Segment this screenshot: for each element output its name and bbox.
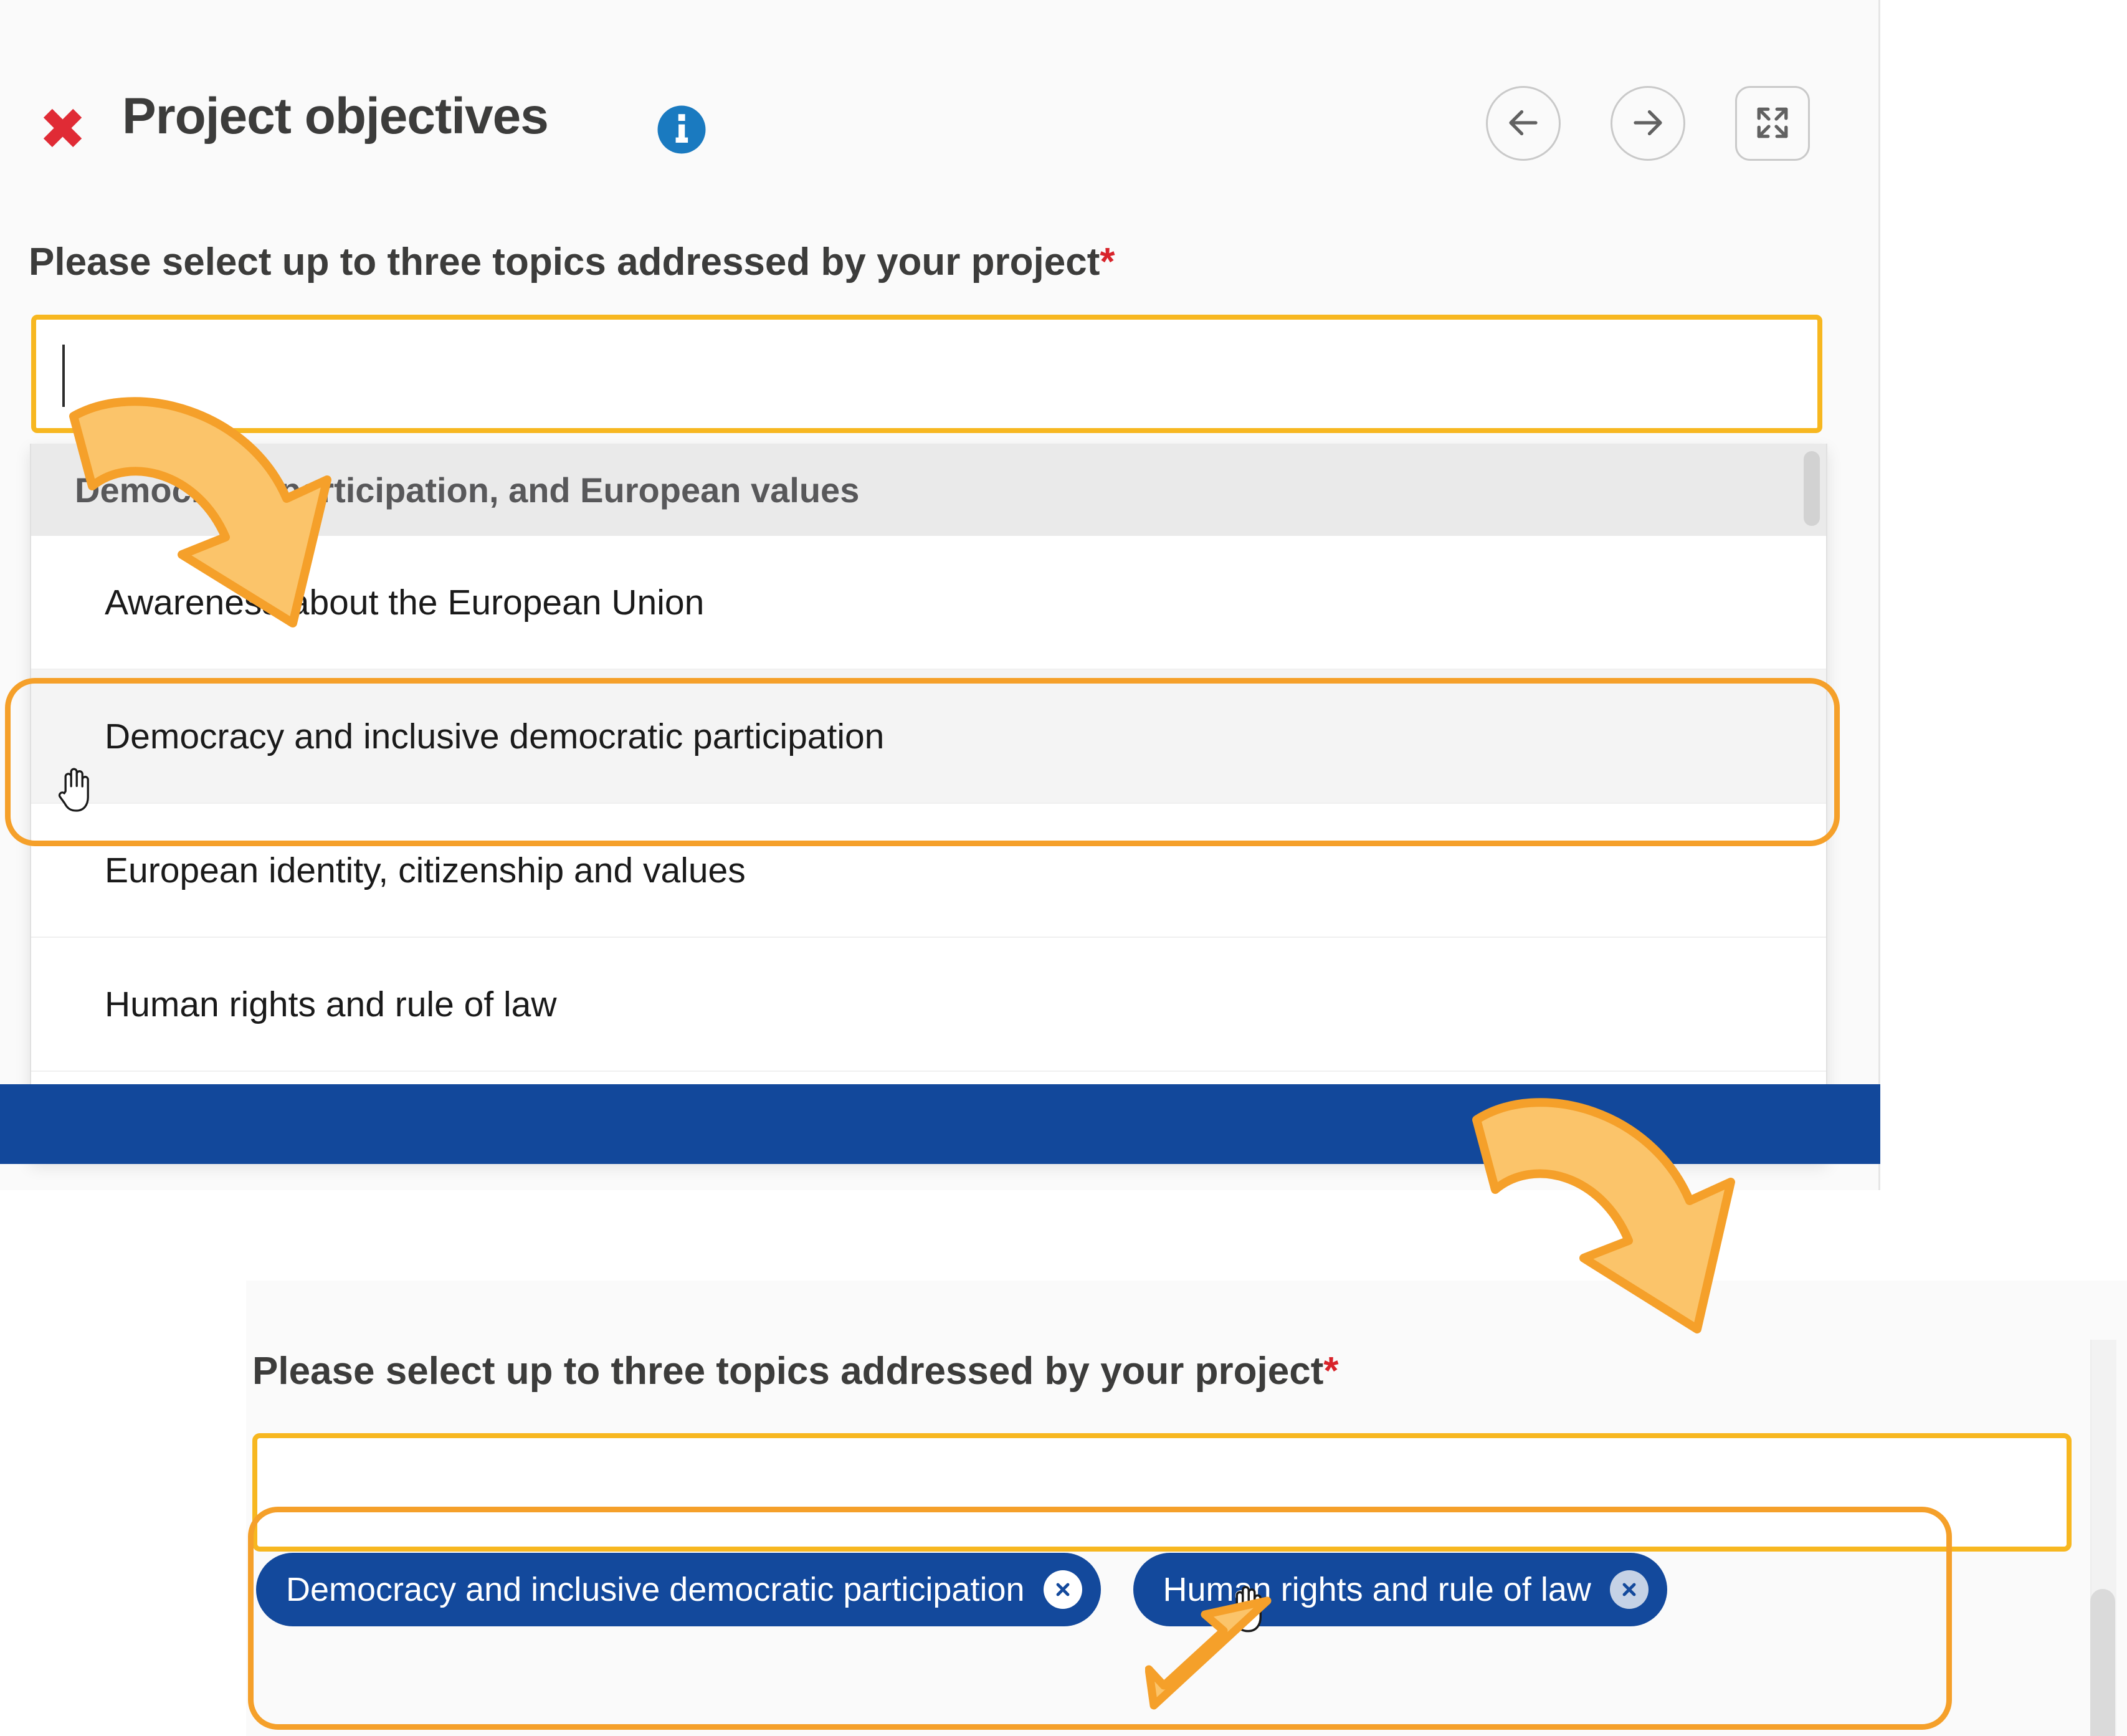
dropdown-option-awareness[interactable]: Awareness about the European Union: [31, 536, 1826, 670]
dropdown-option-human-rights[interactable]: Human rights and rule of law: [31, 938, 1826, 1072]
question-label: Please select up to three topics address…: [29, 240, 1115, 284]
project-objectives-dialog: ✖ Project objectives Please select up to…: [0, 0, 1880, 1190]
arrow-left-icon: [1505, 104, 1542, 143]
dropdown-option-label: European identity, citizenship and value…: [105, 850, 746, 890]
text-caret: [62, 345, 65, 407]
dropdown-option-democracy[interactable]: Democracy and inclusive democratic parti…: [31, 670, 1826, 804]
question-label-text: Please select up to three topics address…: [252, 1350, 1324, 1393]
topic-dropdown-list: Democracy, participation, and European v…: [30, 444, 1827, 1160]
page-scrollbar-thumb[interactable]: [2090, 1589, 2115, 1736]
nav-forward-button[interactable]: [1611, 86, 1685, 161]
chip-label: Human rights and rule of law: [1163, 1571, 1591, 1608]
dropdown-option-label: Awareness about the European Union: [105, 582, 705, 622]
form-footer-bar: [0, 1084, 1880, 1164]
close-circle-icon[interactable]: [1043, 1570, 1082, 1609]
topic-search-input[interactable]: [31, 315, 1822, 433]
dropdown-option-label: Human rights and rule of law: [105, 984, 557, 1024]
dropdown-option-label: Democracy and inclusive democratic parti…: [105, 716, 885, 756]
dialog-header: ✖ Project objectives: [0, 0, 1878, 187]
close-circle-icon[interactable]: [1609, 1570, 1649, 1609]
expand-fullscreen-icon: [1754, 105, 1791, 143]
dropdown-group-header: Democracy, participation, and European v…: [31, 444, 1826, 536]
required-marker: *: [1100, 241, 1115, 284]
dropdown-option-european-identity[interactable]: European identity, citizenship and value…: [31, 804, 1826, 938]
fullscreen-button[interactable]: [1735, 86, 1810, 161]
dropdown-scrollbar-thumb[interactable]: [1804, 451, 1820, 526]
chip-human-rights[interactable]: Human rights and rule of law: [1133, 1553, 1667, 1626]
dropdown-scrollbar-track[interactable]: [1805, 444, 1821, 1159]
question-label-text: Please select up to three topics address…: [29, 241, 1100, 284]
question-label-bottom: Please select up to three topics address…: [252, 1349, 1339, 1393]
nav-back-button[interactable]: [1486, 86, 1561, 161]
info-circle-icon[interactable]: [655, 103, 708, 156]
chip-democracy[interactable]: Democracy and inclusive democratic parti…: [256, 1553, 1101, 1626]
close-x-icon[interactable]: ✖: [39, 101, 87, 158]
page-title: Project objectives: [122, 88, 549, 145]
selected-topics-chips: Democracy and inclusive democratic parti…: [256, 1553, 1667, 1626]
required-marker: *: [1323, 1350, 1339, 1393]
topic-search-input-bottom[interactable]: [252, 1433, 2072, 1552]
topics-selected-panel: Please select up to three topics address…: [246, 1281, 2127, 1736]
arrow-right-icon: [1629, 104, 1667, 143]
chip-label: Democracy and inclusive democratic parti…: [286, 1571, 1025, 1608]
